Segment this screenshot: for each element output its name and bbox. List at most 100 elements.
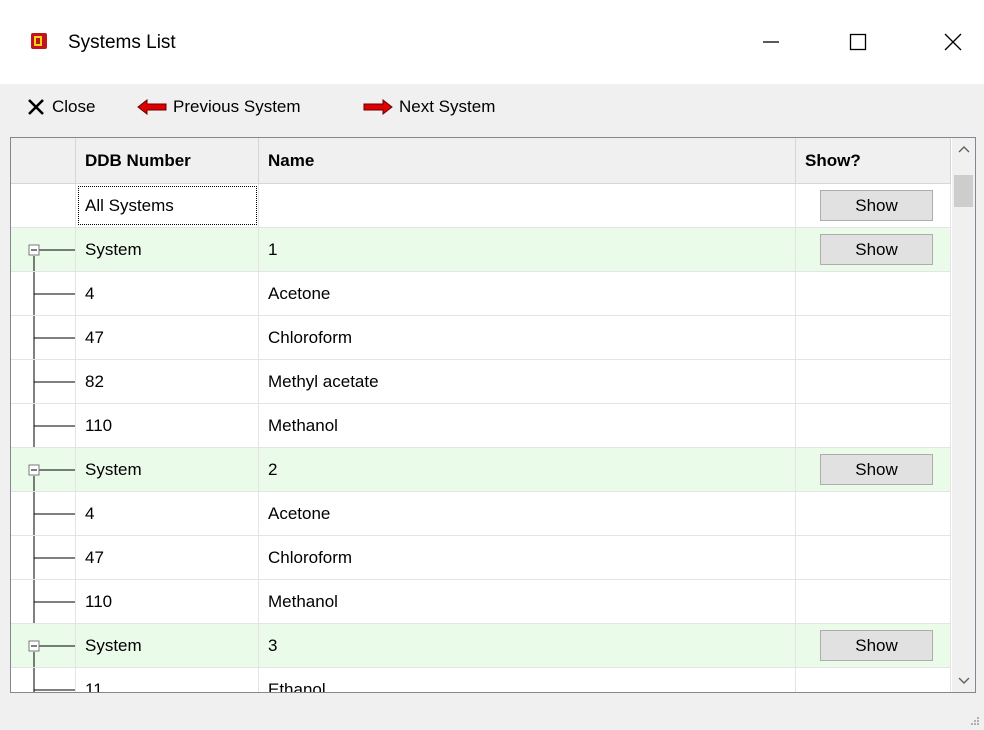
column-header-ddb-number[interactable]: DDB Number — [76, 138, 259, 183]
next-system-label: Next System — [399, 97, 496, 116]
grid-header: DDB Number Name Show? — [11, 138, 951, 184]
ddb-number-cell[interactable]: System — [76, 448, 259, 491]
show-cell — [796, 668, 951, 692]
previous-system-button[interactable]: Previous System — [137, 92, 301, 122]
component-row[interactable]: 82 Methyl acetate — [11, 360, 951, 404]
component-row[interactable]: 47 Chloroform — [11, 536, 951, 580]
name-cell[interactable]: Ethanol — [259, 668, 796, 692]
name-cell[interactable] — [259, 184, 796, 227]
window-close-button[interactable] — [930, 0, 976, 84]
collapse-toggle[interactable] — [11, 624, 76, 667]
scroll-up-button[interactable] — [952, 138, 975, 160]
system-row[interactable]: System 1 Show — [11, 228, 951, 272]
name-cell[interactable]: 1 — [259, 228, 796, 271]
tree-cell — [11, 316, 76, 359]
ddb-number-cell[interactable]: 110 — [76, 404, 259, 447]
tree-collapse-icon — [28, 464, 75, 491]
show-cell — [796, 272, 951, 315]
ddb-number-cell[interactable]: 82 — [76, 360, 259, 403]
name-cell[interactable]: Chloroform — [259, 536, 796, 579]
next-system-button[interactable]: Next System — [363, 92, 495, 122]
show-cell — [796, 492, 951, 535]
name-cell[interactable]: Methanol — [259, 404, 796, 447]
component-row[interactable]: 4 Acetone — [11, 492, 951, 536]
tree-cell — [11, 360, 76, 403]
collapse-toggle[interactable] — [11, 448, 76, 491]
minimize-icon — [763, 41, 779, 43]
show-cell — [796, 580, 951, 623]
systems-grid[interactable]: DDB Number Name Show? All Systems Show Sys… — [10, 137, 976, 693]
chevron-up-icon — [958, 146, 969, 153]
show-button[interactable]: Show — [820, 454, 933, 485]
all-systems-row[interactable]: All Systems Show — [11, 184, 951, 228]
component-row[interactable]: 11 Ethanol — [11, 668, 951, 692]
show-button[interactable]: Show — [820, 234, 933, 265]
name-cell[interactable]: Chloroform — [259, 316, 796, 359]
show-cell: Show — [796, 228, 951, 271]
tree-branch-icon — [33, 492, 75, 535]
vertical-scrollbar[interactable] — [952, 138, 975, 692]
system-row[interactable]: System 3 Show — [11, 624, 951, 668]
collapse-toggle[interactable] — [11, 228, 76, 271]
maximize-icon — [849, 33, 867, 51]
tree-cell — [11, 536, 76, 579]
component-row[interactable]: 110 Methanol — [11, 580, 951, 624]
component-row[interactable]: 47 Chloroform — [11, 316, 951, 360]
tree-branch-icon — [33, 404, 75, 447]
scroll-thumb[interactable] — [954, 175, 973, 207]
tree-branch-icon — [33, 360, 75, 403]
column-header-show[interactable]: Show? — [796, 138, 951, 183]
component-row[interactable]: 4 Acetone — [11, 272, 951, 316]
name-cell[interactable]: 2 — [259, 448, 796, 491]
app-logo-icon — [31, 33, 47, 49]
show-cell: Show — [796, 184, 951, 227]
window-title: Systems List — [68, 32, 176, 53]
show-cell — [796, 360, 951, 403]
tree-branch-icon — [33, 580, 75, 623]
tree-branch-icon — [33, 536, 75, 579]
column-header-name[interactable]: Name — [259, 138, 796, 183]
ddb-number-cell[interactable]: System — [76, 624, 259, 667]
tree-cell — [11, 404, 76, 447]
tree-cell — [11, 272, 76, 315]
column-header-tree[interactable] — [11, 138, 76, 183]
show-cell — [796, 536, 951, 579]
arrow-right-icon — [363, 99, 393, 115]
ddb-number-cell[interactable]: 47 — [76, 316, 259, 359]
name-cell[interactable]: Methanol — [259, 580, 796, 623]
name-cell[interactable]: 3 — [259, 624, 796, 667]
tree-cell — [11, 668, 76, 692]
ddb-number-cell[interactable]: 4 — [76, 492, 259, 535]
system-row[interactable]: System 2 Show — [11, 448, 951, 492]
show-cell — [796, 404, 951, 447]
toolbar: Close Previous System Next System — [0, 84, 984, 130]
close-button-label: Close — [52, 97, 96, 116]
tree-branch-icon — [33, 668, 75, 692]
ddb-number-cell[interactable]: 11 — [76, 668, 259, 692]
minimize-button[interactable] — [748, 0, 794, 84]
ddb-number-cell[interactable]: 4 — [76, 272, 259, 315]
ddb-number-cell[interactable]: All Systems — [76, 184, 259, 227]
component-row[interactable]: 110 Methanol — [11, 404, 951, 448]
show-button[interactable]: Show — [820, 190, 933, 221]
close-icon — [944, 33, 962, 51]
previous-system-label: Previous System — [173, 97, 301, 116]
show-button[interactable]: Show — [820, 630, 933, 661]
arrow-left-icon — [137, 99, 167, 115]
tree-collapse-icon — [28, 244, 75, 271]
maximize-button[interactable] — [835, 0, 881, 84]
resize-grip-icon[interactable] — [968, 714, 980, 726]
close-button[interactable]: Close — [26, 92, 95, 122]
ddb-number-cell[interactable]: System — [76, 228, 259, 271]
scroll-down-button[interactable] — [952, 670, 975, 692]
chevron-down-icon — [958, 677, 969, 684]
name-cell[interactable]: Methyl acetate — [259, 360, 796, 403]
show-cell — [796, 316, 951, 359]
status-bar — [0, 700, 984, 730]
title-bar: Systems List — [0, 0, 984, 84]
name-cell[interactable]: Acetone — [259, 492, 796, 535]
name-cell[interactable]: Acetone — [259, 272, 796, 315]
ddb-number-cell[interactable]: 110 — [76, 580, 259, 623]
ddb-number-cell[interactable]: 47 — [76, 536, 259, 579]
tree-cell — [11, 580, 76, 623]
